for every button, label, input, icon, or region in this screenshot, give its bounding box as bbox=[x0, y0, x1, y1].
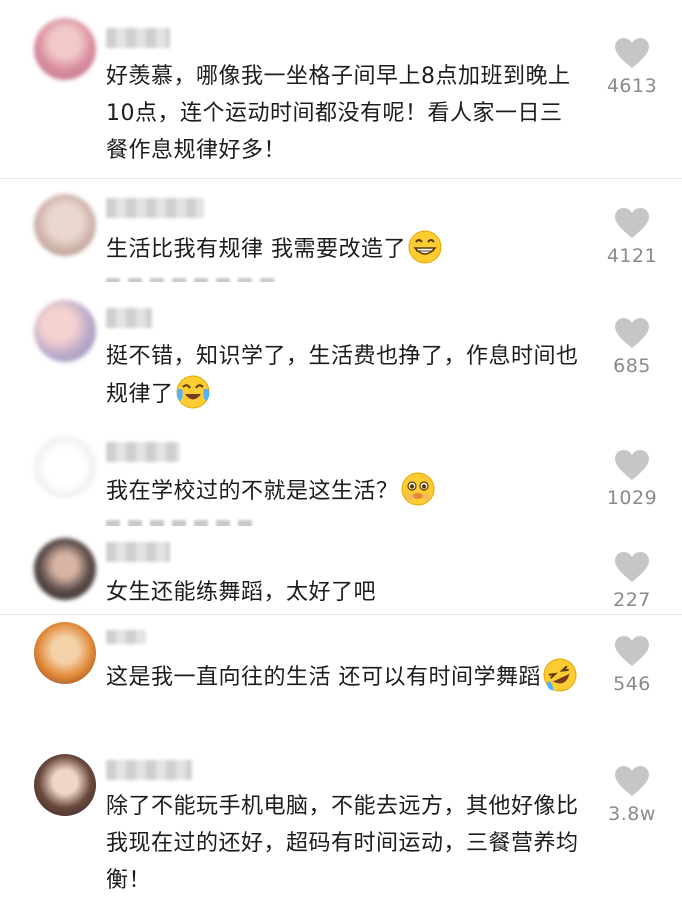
like-button[interactable]: 546 bbox=[582, 636, 682, 695]
comment-body: 女生还能练舞蹈，太好了吧 bbox=[106, 580, 377, 605]
heart-icon bbox=[615, 552, 649, 582]
like-button[interactable]: 227 bbox=[582, 552, 682, 611]
heart-icon bbox=[615, 450, 649, 480]
like-count: 546 bbox=[613, 673, 651, 695]
like-count: 3.8w bbox=[608, 803, 656, 825]
heart-icon bbox=[615, 766, 649, 796]
comment-item: 好羡慕，哪像我一坐格子间早上8点加班到晚上10点，连个运动时间都没有呢！看人家一… bbox=[0, 0, 682, 178]
comment-text: 挺不错，知识学了，生活费也挣了，作息时间也规律了 bbox=[106, 338, 581, 413]
avatar[interactable] bbox=[34, 754, 96, 816]
avatar[interactable] bbox=[34, 538, 96, 600]
comment-text: 除了不能玩手机电脑，不能去远方，其他好像比我现在过的还好，超码有时间运动，三餐营… bbox=[106, 788, 581, 899]
tears-of-joy-emoji bbox=[176, 375, 210, 409]
comment-body: 我在学校过的不就是这生活？ bbox=[106, 479, 399, 504]
comment-text: 我在学校过的不就是这生活？ bbox=[106, 472, 581, 510]
grin-emoji bbox=[408, 230, 442, 264]
like-button[interactable]: 4613 bbox=[582, 38, 682, 97]
avatar[interactable] bbox=[34, 300, 96, 362]
divider bbox=[0, 178, 682, 179]
like-count: 1029 bbox=[606, 487, 658, 509]
username[interactable] bbox=[106, 542, 170, 562]
pleading-face-emoji bbox=[401, 472, 435, 506]
divider bbox=[0, 614, 682, 615]
like-count: 4613 bbox=[606, 75, 658, 97]
like-count: 4121 bbox=[606, 245, 658, 267]
avatar[interactable] bbox=[34, 18, 96, 80]
heart-icon bbox=[615, 318, 649, 348]
comment-text: 这是我一直向往的生活 还可以有时间学舞蹈 bbox=[106, 658, 581, 696]
like-button[interactable]: 4121 bbox=[582, 208, 682, 267]
comment-body: 生活比我有规律 我需要改造了 bbox=[106, 237, 406, 262]
timestamp-blurred bbox=[106, 520, 256, 526]
username[interactable] bbox=[106, 308, 152, 328]
comment-text: 女生还能练舞蹈，太好了吧 bbox=[106, 574, 581, 611]
username[interactable] bbox=[106, 442, 180, 462]
comment-body: 好羡慕，哪像我一坐格子间早上8点加班到晚上10点，连个运动时间都没有呢！看人家一… bbox=[106, 64, 571, 163]
like-button[interactable]: 1029 bbox=[582, 450, 682, 509]
avatar[interactable] bbox=[34, 436, 96, 498]
timestamp-blurred bbox=[106, 278, 276, 282]
rolling-laughing-emoji bbox=[543, 658, 577, 692]
like-button[interactable]: 3.8w bbox=[582, 766, 682, 825]
like-count: 685 bbox=[613, 355, 651, 377]
comment-text: 好羡慕，哪像我一坐格子间早上8点加班到晚上10点，连个运动时间都没有呢！看人家一… bbox=[106, 58, 581, 169]
comment-body: 除了不能玩手机电脑，不能去远方，其他好像比我现在过的还好，超码有时间运动，三餐营… bbox=[106, 794, 579, 893]
comment-item: 挺不错，知识学了，生活费也挣了，作息时间也规律了 685 bbox=[0, 286, 682, 424]
comment-item: 生活比我有规律 我需要改造了 4121 bbox=[0, 184, 682, 282]
username[interactable] bbox=[106, 198, 204, 218]
comment-item: 除了不能玩手机电脑，不能去远方，其他好像比我现在过的还好，超码有时间运动，三餐营… bbox=[0, 748, 682, 902]
like-count: 227 bbox=[613, 589, 651, 611]
username[interactable] bbox=[106, 28, 170, 48]
avatar[interactable] bbox=[34, 194, 96, 256]
username[interactable] bbox=[106, 760, 192, 780]
comment-item: 女生还能练舞蹈，太好了吧 227 bbox=[0, 530, 682, 612]
comment-item: 这是我一直向往的生活 还可以有时间学舞蹈 546 bbox=[0, 618, 682, 746]
heart-icon bbox=[615, 636, 649, 666]
comment-body: 这是我一直向往的生活 还可以有时间学舞蹈 bbox=[106, 665, 541, 690]
username[interactable] bbox=[106, 630, 146, 644]
comment-text: 生活比我有规律 我需要改造了 bbox=[106, 230, 581, 268]
heart-icon bbox=[615, 38, 649, 68]
avatar[interactable] bbox=[34, 622, 96, 684]
heart-icon bbox=[615, 208, 649, 238]
comment-item: 我在学校过的不就是这生活？ 1029 bbox=[0, 428, 682, 526]
like-button[interactable]: 685 bbox=[582, 318, 682, 377]
comment-feed: 好羡慕，哪像我一坐格子间早上8点加班到晚上10点，连个运动时间都没有呢！看人家一… bbox=[0, 0, 682, 902]
